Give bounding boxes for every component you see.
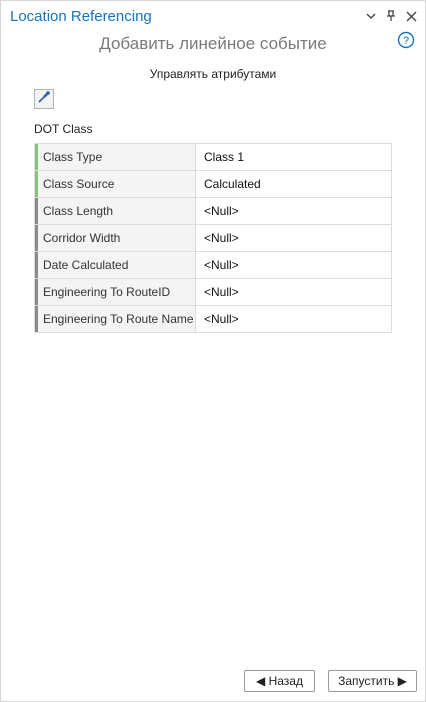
footer-buttons: ◀ Назад Запустить ▶ bbox=[244, 670, 417, 692]
attribute-table: Class Type Class 1 Class Source Calculat… bbox=[34, 143, 392, 333]
attribute-row[interactable]: Class Source Calculated bbox=[35, 171, 391, 198]
eyedropper-icon bbox=[37, 90, 51, 109]
section-title: Управлять атрибутами bbox=[149, 67, 277, 81]
tool-title: Добавить линейное событие bbox=[99, 34, 327, 53]
pane-title: Location Referencing bbox=[10, 8, 152, 25]
attribute-name: Corridor Width bbox=[35, 225, 195, 251]
attribute-row[interactable]: Class Type Class 1 bbox=[35, 144, 391, 171]
attribute-row[interactable]: Engineering To RouteID <Null> bbox=[35, 279, 391, 306]
attribute-row[interactable]: Date Calculated <Null> bbox=[35, 252, 391, 279]
pane-controls bbox=[363, 7, 419, 25]
attribute-name: Engineering To Route Name bbox=[35, 306, 195, 332]
attribute-value[interactable]: <Null> bbox=[195, 252, 391, 278]
attribute-row[interactable]: Engineering To Route Name <Null> bbox=[35, 306, 391, 332]
attribute-value[interactable]: <Null> bbox=[195, 306, 391, 332]
attribute-name: Class Source bbox=[35, 171, 195, 197]
close-icon[interactable] bbox=[403, 7, 419, 25]
attribute-row[interactable]: Corridor Width <Null> bbox=[35, 225, 391, 252]
attribute-name: Class Type bbox=[35, 144, 195, 170]
attribute-value[interactable]: Class 1 bbox=[195, 144, 391, 170]
back-button[interactable]: ◀ Назад bbox=[244, 670, 315, 692]
svg-text:?: ? bbox=[403, 35, 409, 47]
layer-name: DOT Class bbox=[34, 122, 93, 136]
pin-icon[interactable] bbox=[383, 7, 399, 25]
run-button[interactable]: Запустить ▶ bbox=[328, 670, 417, 692]
attribute-value[interactable]: <Null> bbox=[195, 198, 391, 224]
attribute-value[interactable]: Calculated bbox=[195, 171, 391, 197]
attribute-row[interactable]: Class Length <Null> bbox=[35, 198, 391, 225]
chevron-down-icon[interactable] bbox=[363, 7, 379, 25]
attribute-name: Class Length bbox=[35, 198, 195, 224]
location-referencing-pane: Location Referencing Добавить линейное с… bbox=[0, 0, 426, 702]
attribute-value[interactable]: <Null> bbox=[195, 279, 391, 305]
attribute-name: Engineering To RouteID bbox=[35, 279, 195, 305]
attribute-value[interactable]: <Null> bbox=[195, 225, 391, 251]
attribute-name: Date Calculated bbox=[35, 252, 195, 278]
help-icon[interactable]: ? bbox=[397, 31, 415, 49]
pick-feature-button[interactable] bbox=[34, 89, 54, 109]
